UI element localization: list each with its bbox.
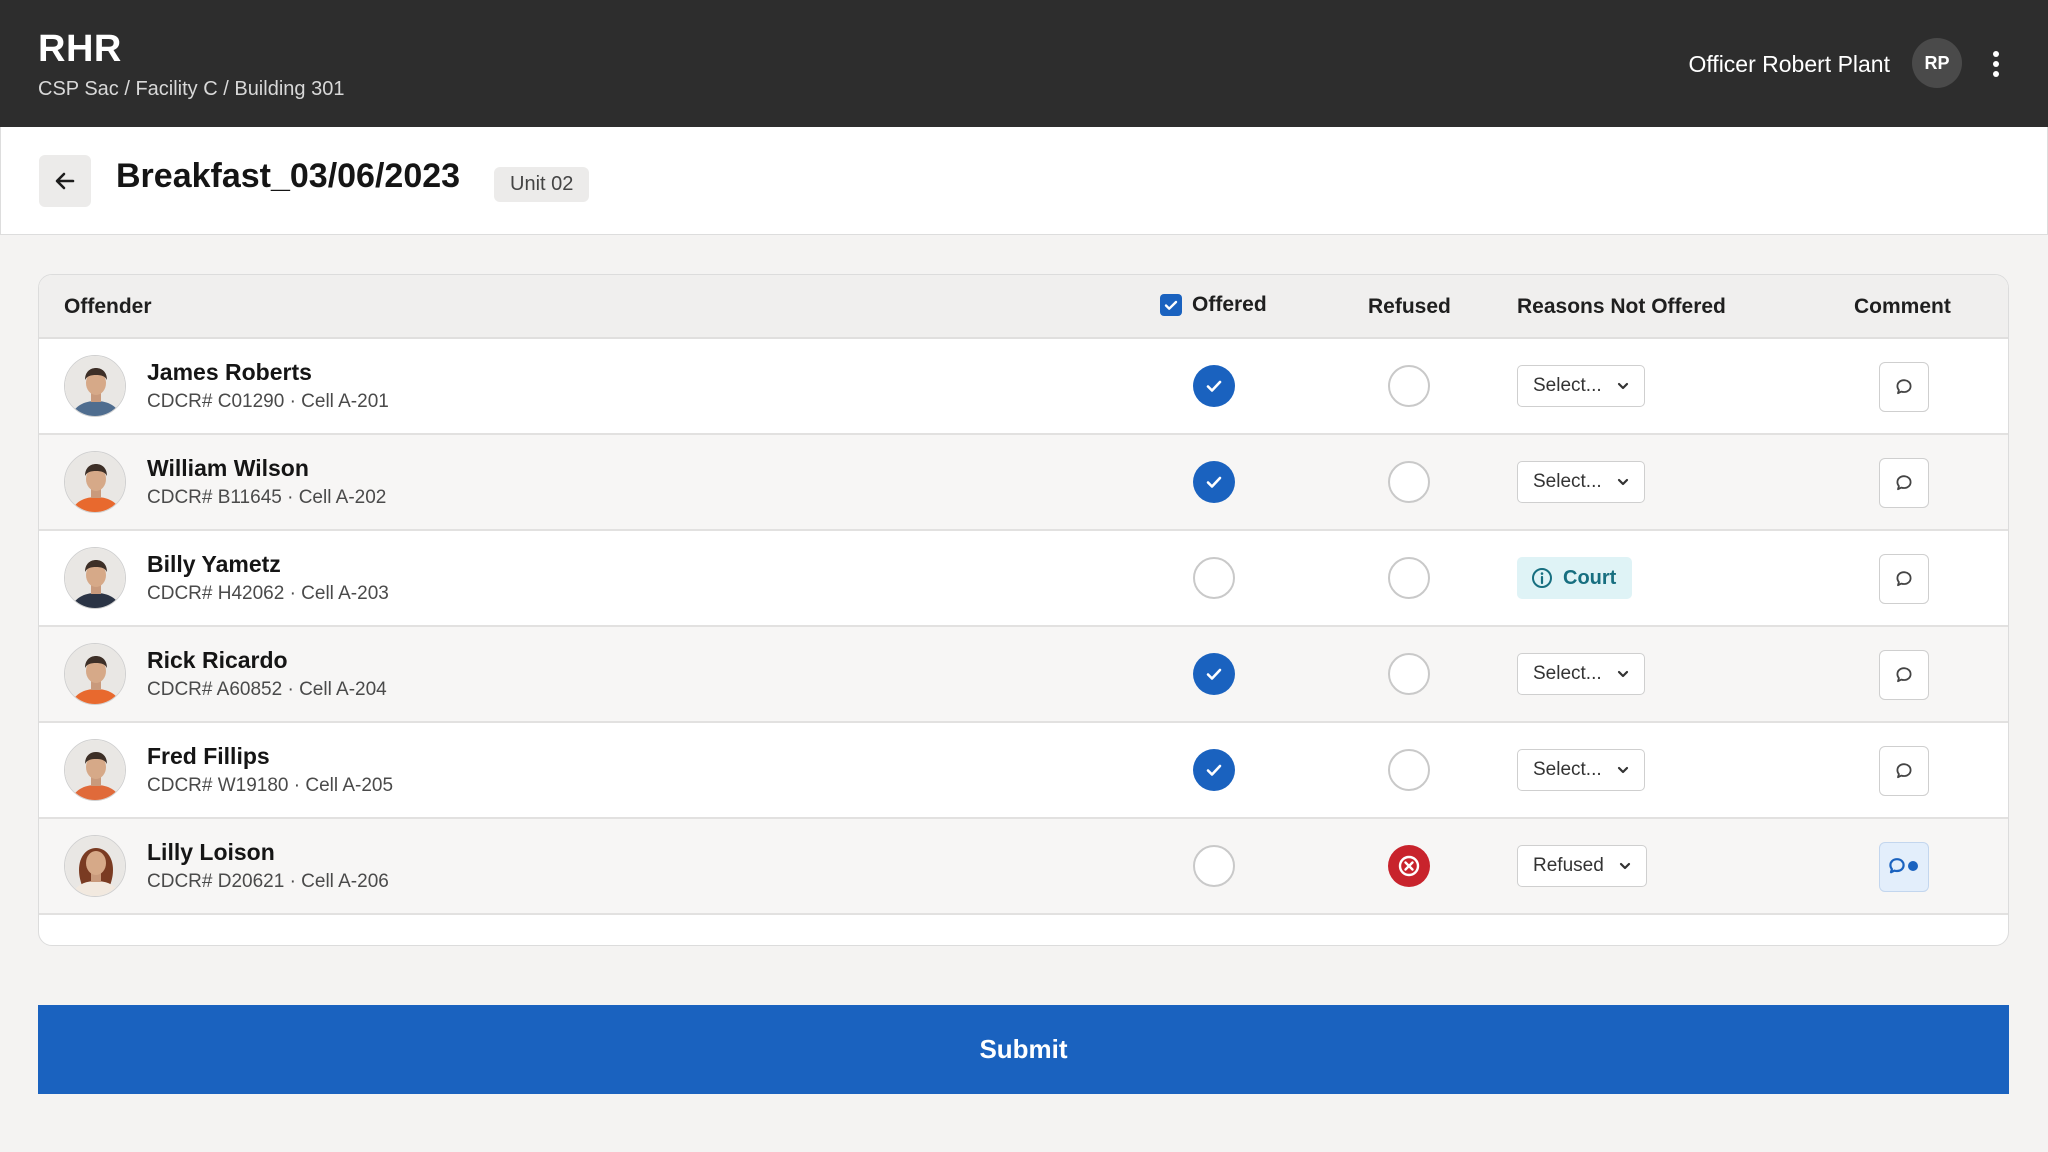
offender-photo — [64, 355, 126, 417]
comment-button[interactable] — [1879, 554, 1929, 604]
column-header-refused: Refused — [1368, 295, 1451, 318]
offender-photo — [64, 451, 126, 513]
refused-toggle[interactable] — [1388, 461, 1430, 503]
reason-select-value: Refused — [1533, 855, 1604, 876]
offender-details: CDCR# A60852 · Cell A-204 — [147, 679, 387, 700]
check-icon — [1206, 380, 1222, 392]
reason-badge: Court — [1517, 557, 1633, 599]
offender-details: CDCR# W19180 · Cell A-205 — [147, 775, 394, 796]
back-button[interactable] — [39, 155, 91, 207]
table-row: Lilly Loison CDCR# D20621 · Cell A-206 Ref… — [39, 819, 2008, 915]
comment-icon — [1896, 379, 1912, 395]
column-header-offered: Offered — [1160, 293, 1267, 317]
table-row: James Roberts CDCR# C01290 · Cell A-201 Se… — [39, 339, 2008, 435]
breadcrumb: CSP Sac / Facility C / Building 301 — [38, 78, 345, 100]
offender-name: James Roberts — [147, 359, 312, 385]
comment-button[interactable] — [1879, 362, 1929, 412]
user-avatar[interactable]: RP — [1912, 38, 1962, 88]
offender-details: CDCR# D20621 · Cell A-206 — [147, 871, 389, 892]
x-circle-icon — [1398, 855, 1420, 877]
refused-toggle[interactable] — [1388, 653, 1430, 695]
comment-icon — [1896, 763, 1912, 779]
offender-photo — [64, 547, 126, 609]
comment-icon — [1896, 475, 1912, 491]
refused-toggle[interactable] — [1388, 365, 1430, 407]
comment-button[interactable] — [1879, 746, 1929, 796]
check-icon — [1206, 764, 1222, 776]
app-name: RHR — [38, 28, 122, 70]
offered-toggle[interactable] — [1193, 365, 1235, 407]
select-all-offered-checkbox[interactable] — [1160, 294, 1182, 316]
more-menu-icon[interactable] — [1984, 44, 2008, 84]
refused-toggle[interactable] — [1388, 749, 1430, 791]
chevron-down-icon — [1617, 766, 1628, 774]
reason-select-value: Select... — [1533, 375, 1602, 396]
submit-button[interactable]: Submit — [38, 1005, 2009, 1094]
page-title: Breakfast_03/06/2023 — [116, 157, 461, 195]
reason-select[interactable]: Select... — [1517, 365, 1645, 407]
offender-table: Offender Offered Refused Reasons Not Off… — [38, 274, 2009, 946]
offered-toggle[interactable] — [1193, 461, 1235, 503]
comment-added-icon — [1889, 858, 1918, 874]
chevron-down-icon — [1617, 382, 1628, 390]
reason-badge-label: Court — [1563, 566, 1617, 589]
page-header: Breakfast_03/06/2023 Unit 02 — [0, 127, 2048, 235]
offender-photo — [64, 835, 126, 897]
offender-name: Fred Fillips — [147, 743, 270, 769]
arrow-left-icon — [55, 172, 75, 190]
reason-select[interactable]: Select... — [1517, 461, 1645, 503]
check-icon — [1164, 300, 1178, 310]
table-row: Rick Ricardo CDCR# A60852 · Cell A-204 Sel… — [39, 627, 2008, 723]
chevron-down-icon — [1617, 670, 1628, 678]
top-bar: RHR CSP Sac / Facility C / Building 301 … — [0, 0, 2048, 127]
comment-button[interactable] — [1879, 458, 1929, 508]
column-header-comment: Comment — [1854, 295, 1951, 318]
check-icon — [1206, 476, 1222, 488]
comment-icon — [1896, 571, 1912, 587]
chevron-down-icon — [1617, 478, 1628, 486]
comment-button[interactable] — [1879, 650, 1929, 700]
reason-select[interactable]: Refused — [1517, 845, 1647, 887]
offender-details: CDCR# B11645 · Cell A-202 — [147, 487, 387, 508]
offered-toggle[interactable] — [1193, 653, 1235, 695]
column-header-reasons: Reasons Not Offered — [1517, 295, 1726, 318]
reason-select[interactable]: Select... — [1517, 749, 1645, 791]
offender-name: Rick Ricardo — [147, 647, 288, 673]
table-header: Offender Offered Refused Reasons Not Off… — [39, 275, 2008, 339]
reason-select-value: Select... — [1533, 471, 1602, 492]
offender-details: CDCR# H42062 · Cell A-203 — [147, 583, 389, 604]
unit-badge: Unit 02 — [494, 167, 590, 202]
officer-name: Officer Robert Plant — [1688, 51, 1890, 77]
comment-button[interactable] — [1879, 842, 1929, 892]
reason-select-value: Select... — [1533, 759, 1602, 780]
table-row: Fred Fillips CDCR# W19180 · Cell A-205 Sel… — [39, 723, 2008, 819]
refused-toggle[interactable] — [1388, 557, 1430, 599]
comment-icon — [1896, 667, 1912, 683]
column-header-offered-label: Offered — [1192, 293, 1267, 316]
offered-toggle[interactable] — [1193, 557, 1235, 599]
offered-toggle[interactable] — [1193, 749, 1235, 791]
offered-toggle[interactable] — [1193, 845, 1235, 887]
table-row: William Wilson CDCR# B11645 · Cell A-202 S… — [39, 435, 2008, 531]
offender-photo — [64, 643, 126, 705]
offender-name: William Wilson — [147, 455, 309, 481]
offender-name: Billy Yametz — [147, 551, 281, 577]
reason-select[interactable]: Select... — [1517, 653, 1645, 695]
offender-photo — [64, 739, 126, 801]
reason-select-value: Select... — [1533, 663, 1602, 684]
table-row: Billy Yametz CDCR# H42062 · Cell A-203 Cou… — [39, 531, 2008, 627]
info-icon — [1532, 568, 1552, 588]
refused-toggle[interactable] — [1388, 845, 1430, 887]
column-header-offender: Offender — [64, 295, 152, 318]
offender-name: Lilly Loison — [147, 839, 275, 865]
chevron-down-icon — [1619, 862, 1630, 870]
offender-details: CDCR# C01290 · Cell A-201 — [147, 391, 389, 412]
check-icon — [1206, 668, 1222, 680]
